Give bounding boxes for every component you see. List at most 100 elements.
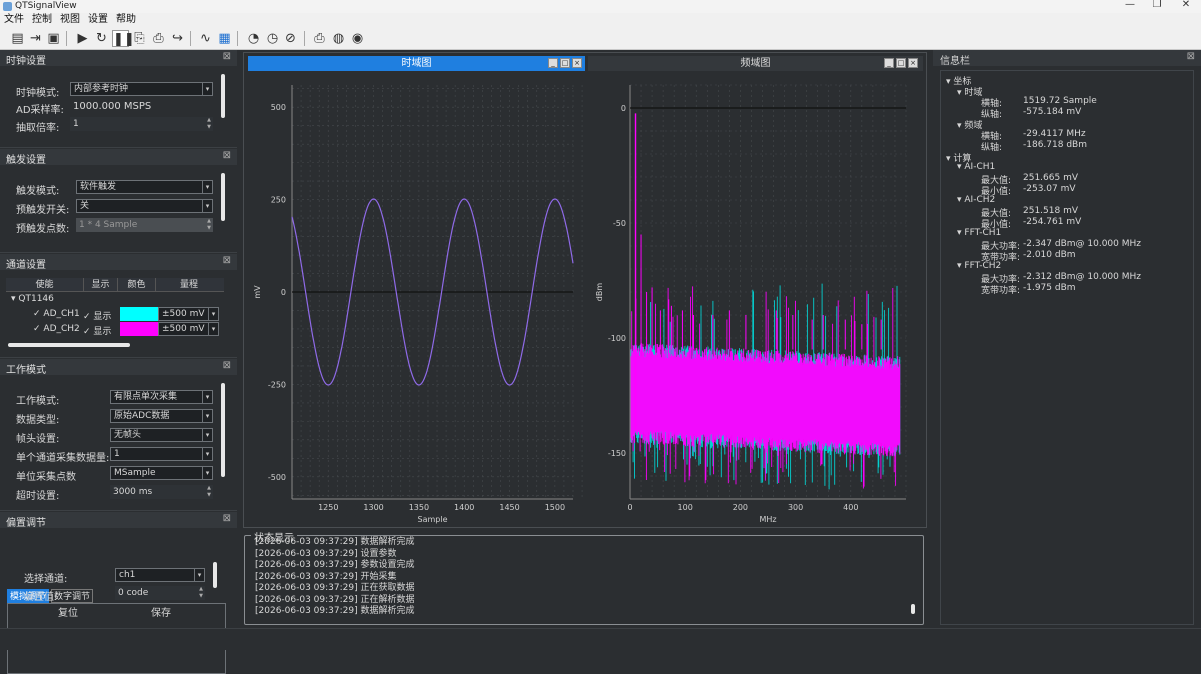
trigger-mode-select[interactable]: 软件触发 ▾: [76, 180, 213, 194]
toolbar-separator: [304, 31, 305, 46]
ch2-enable-checkbox[interactable]: ✓ AD_CH2: [33, 324, 80, 334]
ch1-color-swatch[interactable]: [120, 307, 158, 321]
menu-help[interactable]: 帮助: [112, 13, 140, 27]
value: 关: [80, 201, 90, 211]
toolbar-separator: [237, 31, 238, 46]
minimize-icon[interactable]: _: [884, 58, 894, 68]
menu-control[interactable]: 控制: [28, 13, 56, 27]
tree-ai2[interactable]: ▾ AI-CH2: [957, 195, 995, 205]
close-button[interactable]: ✕: [1173, 0, 1199, 10]
timeout-spinbox[interactable]: 3000 ms ▲ ▼: [110, 485, 213, 499]
history-icon[interactable]: ◔: [245, 30, 262, 47]
tree-freq[interactable]: ▾ 频域: [957, 118, 982, 131]
scrollbar[interactable]: [221, 173, 225, 221]
col-show: 显示: [84, 278, 118, 292]
value: 1: [114, 449, 120, 459]
menu-view[interactable]: 视图: [56, 13, 84, 27]
ch2-color-swatch[interactable]: [120, 322, 158, 336]
clock-mode-select[interactable]: 内部参考时钟 ▾: [70, 82, 213, 96]
y-tick-label: -100: [608, 334, 626, 343]
pause-icon[interactable]: ❚❚: [112, 30, 135, 47]
tree-fft1[interactable]: ▾ FFT-CH1: [957, 228, 1001, 238]
timer-off-icon[interactable]: ⊘: [282, 30, 299, 47]
label: AI-CH1: [964, 162, 996, 172]
reset-button[interactable]: 复位: [58, 604, 78, 619]
close-icon[interactable]: ⊠: [1187, 51, 1195, 62]
info-title: 信息栏: [940, 56, 970, 67]
ch2-show-checkbox[interactable]: ✓ 显示: [83, 324, 111, 337]
minimize-button[interactable]: —: [1117, 0, 1143, 10]
spin-arrows-icon[interactable]: ▲ ▼: [205, 485, 213, 499]
close-icon[interactable]: ×: [908, 58, 918, 68]
spin-arrows-icon[interactable]: ▲ ▼: [197, 586, 205, 600]
ch1-show-checkbox[interactable]: ✓ 显示: [83, 309, 111, 322]
label: FFT-CH2: [964, 261, 1002, 271]
globe-icon[interactable]: ◍: [330, 30, 347, 47]
ch1-range-select[interactable]: ±500 mV ▾: [158, 307, 219, 321]
export-icon[interactable]: ↪: [169, 30, 186, 47]
menu-bar: 文件 控制 视图 设置 帮助: [0, 13, 1201, 27]
device-tree-item[interactable]: ▾ QT1146: [11, 294, 54, 304]
x-tick-label: 1450: [499, 503, 519, 512]
freq-domain-chart[interactable]: 0 -50 -100 -150 0 100 200 300 400 MHz dBm: [588, 71, 923, 526]
offset-value-spinbox[interactable]: 0 code ▲ ▼: [115, 586, 205, 600]
close-icon[interactable]: ⊠: [223, 360, 231, 371]
work-mode-select[interactable]: 有限点单次采集 ▾: [110, 390, 213, 404]
save-icon[interactable]: ▣: [45, 30, 62, 47]
freq-plot-header: 频域图 _ □ ×: [588, 56, 923, 71]
close-icon[interactable]: ⊠: [223, 51, 231, 62]
pretrigger-points-spinbox[interactable]: 1 * 4 Sample ▲ ▼: [76, 218, 213, 232]
menu-settings[interactable]: 设置: [84, 13, 112, 27]
tree-ai1[interactable]: ▾ AI-CH1: [957, 162, 995, 172]
data-type-select[interactable]: 原始ADC数据 ▾: [110, 409, 213, 423]
label: 时域: [964, 88, 983, 98]
horizontal-scrollbar[interactable]: [8, 343, 130, 347]
capture-count-select[interactable]: 1 ▾: [110, 447, 213, 461]
label: 选择通道:: [24, 574, 68, 585]
y-tick-label: -50: [613, 219, 626, 228]
spin-arrows-icon[interactable]: ▲ ▼: [205, 218, 213, 232]
close-icon[interactable]: ⊠: [223, 513, 231, 524]
y-tick-label: -500: [268, 473, 286, 482]
snapshot-icon[interactable]: ⎙: [150, 30, 167, 47]
record-icon[interactable]: ⎘: [131, 30, 148, 47]
spin-arrows-icon[interactable]: ▲ ▼: [205, 117, 213, 131]
scrollbar[interactable]: [221, 74, 225, 118]
restore-icon[interactable]: □: [896, 58, 906, 68]
frame-header-select[interactable]: 无帧头 ▾: [110, 428, 213, 442]
tree-fft2[interactable]: ▾ FFT-CH2: [957, 261, 1001, 271]
offset-channel-select[interactable]: ch1 ▾: [115, 568, 205, 582]
maximize-button[interactable]: ❐: [1144, 0, 1170, 10]
play-icon[interactable]: ▶: [74, 30, 91, 47]
minimize-icon[interactable]: _: [548, 58, 558, 68]
menu-file[interactable]: 文件: [0, 13, 28, 27]
new-file-icon[interactable]: ▤: [9, 30, 26, 47]
single-shot-icon[interactable]: ↻: [93, 30, 110, 47]
import-icon[interactable]: ⇥: [27, 30, 44, 47]
tree-time[interactable]: ▾ 时域: [957, 85, 982, 98]
label: 抽取倍率:: [16, 123, 60, 134]
y-axis-label: dBm: [595, 283, 604, 302]
ch2-range-select[interactable]: ±500 mV ▾: [158, 322, 219, 336]
close-icon[interactable]: ×: [572, 58, 582, 68]
unit-points-select[interactable]: MSample ▾: [110, 466, 213, 480]
chevron-down-icon: ▾: [202, 181, 212, 193]
print-icon[interactable]: ⎙: [311, 30, 328, 47]
pretrigger-switch-select[interactable]: 关 ▾: [76, 199, 213, 213]
fft1-band-value: -2.010 dBm: [1023, 250, 1076, 260]
decimation-spinbox[interactable]: 1 ▲ ▼: [70, 117, 213, 131]
ch1-enable-checkbox[interactable]: ✓ AD_CH1: [33, 309, 80, 319]
user-icon[interactable]: ◉: [349, 30, 366, 47]
log-line: [2026-06-03 09:37:29] 数据解析完成: [255, 606, 415, 616]
restore-icon[interactable]: □: [560, 58, 570, 68]
close-icon[interactable]: ⊠: [223, 150, 231, 161]
scrollbar[interactable]: [911, 604, 915, 614]
scrollbar[interactable]: [221, 383, 225, 477]
time-domain-chart[interactable]: 500 250 0 -250 -500 1250 1300 1350 1400 1450 1500 S…: [248, 71, 585, 526]
timer-icon[interactable]: ◷: [264, 30, 281, 47]
save-button[interactable]: 保存: [151, 604, 171, 619]
close-icon[interactable]: ⊠: [223, 255, 231, 266]
scrollbar[interactable]: [213, 562, 217, 588]
waveform-icon[interactable]: ∿: [197, 30, 214, 47]
grid-layout-icon[interactable]: ▦: [216, 30, 233, 47]
